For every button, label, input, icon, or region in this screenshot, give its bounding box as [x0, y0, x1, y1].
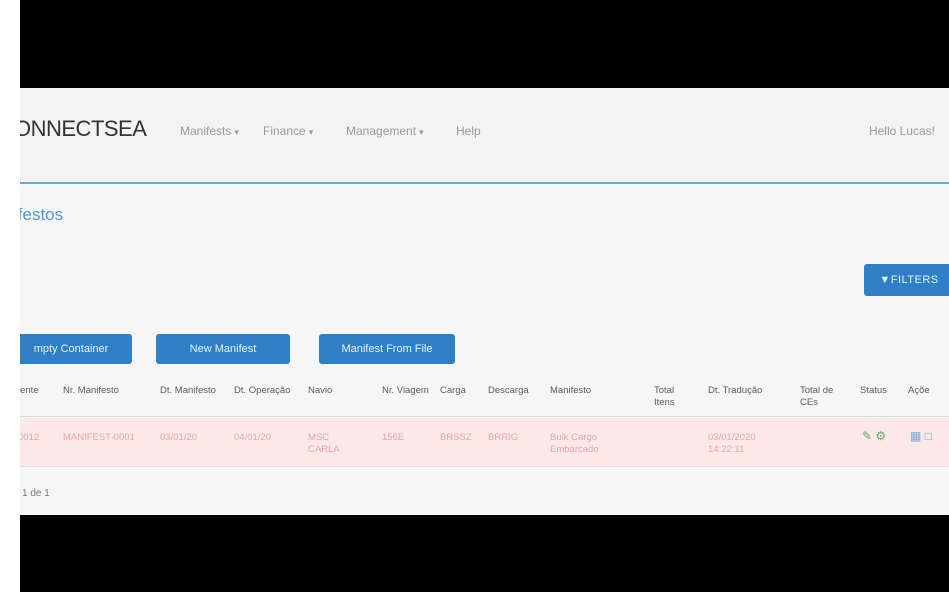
cell-dt-operacao: 04/01/20 [234, 432, 271, 443]
document-icon[interactable]: □ [925, 429, 932, 443]
empty-container-button[interactable]: mpty Container [20, 334, 132, 364]
video-frame: ONNECTSEA Manifests ▾ Finance ▾ Management… [0, 0, 949, 592]
col-header-cliente[interactable]: iente [20, 385, 56, 397]
cell-nr-manifesto[interactable]: MANIFEST-0001 [63, 432, 147, 444]
col-header-carga[interactable]: Carga [440, 385, 476, 397]
col-header-total-ces[interactable]: Total de CEs [800, 385, 840, 409]
col-header-acoes[interactable]: Açõe [908, 385, 948, 397]
nav-help[interactable]: Help [456, 124, 481, 138]
letterbox-top [20, 0, 949, 88]
cell-manifesto: Bulk Cargo Embarcado [550, 432, 599, 455]
calendar-icon[interactable]: ▦ [910, 429, 921, 443]
page-title: ifestos [20, 205, 64, 224]
user-greeting[interactable]: Hello Lucas! [869, 124, 935, 138]
col-header-nr-viagem[interactable]: Nr. Viagem [382, 385, 430, 397]
settings-icon[interactable]: ⚙ [875, 429, 886, 443]
filters-button[interactable]: ▼FILTERS [864, 264, 949, 296]
col-header-manifesto[interactable]: Manifesto [550, 385, 640, 397]
cell-dt-manifesto: 03/01/20 [160, 432, 197, 443]
left-margin [0, 0, 20, 592]
action-icons: ▦ □ [910, 430, 932, 442]
chevron-down-icon: ▾ [419, 127, 424, 137]
col-header-status[interactable]: Status [860, 385, 896, 397]
cell-navio: MSC CARLA [308, 432, 340, 455]
col-header-dt-operacao[interactable]: Dt. Operação [234, 385, 292, 397]
status-icons: ✎ ⚙ [862, 430, 886, 442]
col-header-total-itens[interactable]: Total Itens [654, 385, 694, 409]
nav-management-label: Management [346, 124, 417, 138]
col-header-dt-manifesto[interactable]: Dt. Manifesto [160, 385, 218, 397]
app-window: ONNECTSEA Manifests ▾ Finance ▾ Management… [20, 88, 949, 515]
col-header-dt-traducao[interactable]: Dt. Tradução [708, 385, 784, 397]
nav-management[interactable]: Management ▾ [346, 124, 424, 138]
header-divider [20, 416, 949, 417]
col-header-descarga[interactable]: Descarga [488, 385, 544, 397]
row-divider [20, 466, 949, 467]
nav-manifests[interactable]: Manifests ▾ [180, 124, 239, 138]
brand-logo[interactable]: ONNECTSEA [20, 116, 147, 142]
new-manifest-button[interactable]: New Manifest [156, 334, 290, 364]
nav-finance-label: Finance [263, 124, 306, 138]
cell-descarga: BRRIG [488, 432, 519, 443]
top-navbar: ONNECTSEA Manifests ▾ Finance ▾ Management… [20, 88, 949, 184]
cell-nr-viagem: 156E [382, 432, 405, 443]
col-header-nr-manifesto[interactable]: Nr. Manifesto [63, 385, 145, 397]
edit-icon[interactable]: ✎ [862, 429, 872, 443]
nav-manifests-label: Manifests [180, 124, 232, 138]
manifest-from-file-button[interactable]: Manifest From File [319, 334, 455, 364]
col-header-navio[interactable]: Navio [308, 385, 368, 397]
pagination-info: 1 de 1 [22, 488, 50, 499]
letterbox-bottom [20, 515, 949, 592]
cell-carga: BRSSZ [440, 432, 472, 443]
chevron-down-icon: ▾ [308, 127, 314, 137]
nav-help-label: Help [456, 124, 481, 138]
nav-finance[interactable]: Finance ▾ [263, 124, 313, 138]
cell-dt-traducao: 03/01/2020 14:22:11 [708, 432, 756, 455]
cell-cliente: 0012 [20, 432, 40, 443]
chevron-down-icon: ▾ [234, 127, 239, 137]
